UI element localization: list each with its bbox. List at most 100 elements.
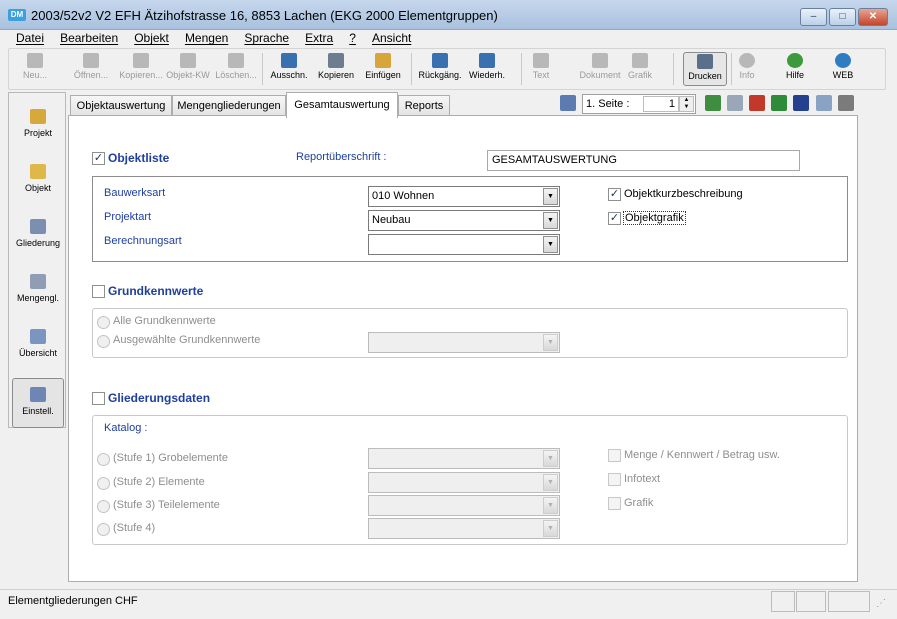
- stufe3-radio[interactable]: [97, 500, 110, 513]
- text-button[interactable]: Text: [527, 53, 555, 80]
- sidebar-item-uebersicht[interactable]: Übersicht: [12, 321, 64, 371]
- paste-button[interactable]: Einfügen: [361, 53, 405, 80]
- menu-extra[interactable]: Extra: [305, 30, 333, 47]
- cut-button[interactable]: Ausschn.: [267, 53, 311, 80]
- copy-icon: [328, 53, 344, 68]
- toolbar: Neu... Öffnen... Kopieren... Objekt-KW L…: [8, 48, 886, 90]
- sidebar-item-gliederung[interactable]: Gliederung: [12, 211, 64, 261]
- stufe4-radio[interactable]: [97, 523, 110, 536]
- printer-icon[interactable]: [838, 95, 854, 111]
- help-icon: [787, 53, 803, 68]
- stufe1-radio[interactable]: [97, 453, 110, 466]
- objektkurzbeschreibung-checkbox[interactable]: ✓: [608, 188, 621, 201]
- object-kw-icon: [180, 53, 196, 68]
- menu-mengen[interactable]: Mengen: [185, 30, 228, 47]
- undo-icon: [432, 53, 448, 68]
- stufe2-select[interactable]: ▼: [368, 472, 560, 493]
- toolbar-separator: [411, 53, 412, 85]
- menu-sprache[interactable]: Sprache: [244, 30, 289, 47]
- objektgrafik-checkbox[interactable]: ✓: [608, 212, 621, 225]
- grafik-label: Grafik: [624, 497, 654, 509]
- gliederungsdaten-checkbox[interactable]: [92, 392, 105, 405]
- excel-icon[interactable]: [771, 95, 787, 111]
- open-button[interactable]: Öffnen...: [69, 53, 113, 80]
- projektart-select[interactable]: Neubau ▼: [368, 210, 560, 231]
- sidebar-item-einstell[interactable]: Einstell.: [12, 378, 64, 428]
- redo-button[interactable]: Wiederh.: [465, 53, 509, 80]
- pdf-icon[interactable]: [749, 95, 765, 111]
- copy-object-button[interactable]: Kopieren...: [117, 53, 165, 80]
- objektliste-checkbox[interactable]: ✓: [92, 152, 105, 165]
- alle-grundkennwerte-radio[interactable]: [97, 316, 110, 329]
- page-spinner[interactable]: ▲ ▼: [679, 96, 694, 112]
- grundkennwerte-checkbox[interactable]: [92, 285, 105, 298]
- chevron-down-icon: ▼: [543, 236, 558, 253]
- minimize-button[interactable]: –: [800, 8, 827, 26]
- help-button[interactable]: Hilfe: [783, 53, 807, 80]
- close-button[interactable]: ✕: [858, 8, 888, 26]
- tab-reports[interactable]: Reports: [398, 95, 450, 117]
- stufe4-select[interactable]: ▼: [368, 518, 560, 539]
- word-icon[interactable]: [793, 95, 809, 111]
- tab-mengengliederungen[interactable]: Mengengliederungen: [172, 95, 286, 117]
- menu-datei[interactable]: Datei: [16, 30, 44, 47]
- menu-objekt[interactable]: Objekt: [134, 30, 169, 47]
- stufe2-radio[interactable]: [97, 477, 110, 490]
- menu-bearbeiten[interactable]: Bearbeiten: [60, 30, 118, 47]
- page-label: 1. Seite :: [586, 98, 630, 110]
- export-icon[interactable]: [705, 95, 721, 111]
- copy-button[interactable]: Kopieren: [315, 53, 357, 80]
- menu-help[interactable]: ?: [349, 30, 356, 47]
- graphic-button[interactable]: Grafik: [625, 53, 655, 80]
- page-input[interactable]: 1: [643, 96, 679, 112]
- stufe3-label: (Stufe 3) Teilelemente: [113, 499, 220, 511]
- stufe1-select[interactable]: ▼: [368, 448, 560, 469]
- sidebar-item-projekt[interactable]: Projekt: [12, 101, 64, 151]
- delete-button[interactable]: Löschen...: [213, 53, 259, 80]
- infotext-label: Infotext: [624, 473, 661, 485]
- maximize-button[interactable]: □: [829, 8, 856, 26]
- document-button[interactable]: Dokument: [578, 53, 622, 80]
- sidebar-item-mengengl[interactable]: Mengengl.: [12, 266, 64, 316]
- sidebar-item-objekt[interactable]: Objekt: [12, 156, 64, 206]
- toolbar-separator: [731, 53, 732, 85]
- preview-icon[interactable]: [816, 95, 832, 111]
- export-text-icon[interactable]: [727, 95, 743, 111]
- status-pane: [796, 591, 826, 612]
- cut-icon: [281, 53, 297, 68]
- chevron-down-icon: ▼: [543, 520, 558, 537]
- infotext-checkbox[interactable]: [608, 473, 621, 486]
- chevron-down-icon: ▼: [543, 188, 558, 205]
- new-button[interactable]: Neu...: [17, 53, 53, 80]
- resize-grip-icon[interactable]: ⋰: [876, 598, 888, 610]
- grundkennwerte-select[interactable]: ▼: [368, 332, 560, 353]
- stufe4-label: (Stufe 4): [113, 522, 156, 534]
- object-kw-button[interactable]: Objekt-KW: [165, 53, 211, 80]
- chevron-down-icon: ▼: [543, 212, 558, 229]
- layout-icon[interactable]: [560, 95, 576, 111]
- info-button[interactable]: Info: [735, 53, 759, 80]
- report-heading-input[interactable]: GESAMTAUSWERTUNG: [487, 150, 800, 171]
- structure-icon: [30, 219, 46, 234]
- menge-checkbox[interactable]: [608, 449, 621, 462]
- ausgewaehlte-grundkennwerte-radio[interactable]: [97, 335, 110, 348]
- gliederungsdaten-label: Gliederungsdaten: [108, 391, 211, 405]
- tab-objektauswertung[interactable]: Objektauswertung: [70, 95, 172, 117]
- sidebar: Projekt Objekt Gliederung Mengengl. Über…: [8, 92, 66, 428]
- web-button[interactable]: WEB: [831, 53, 855, 80]
- bauwerksart-select[interactable]: 010 Wohnen ▼: [368, 186, 560, 207]
- stufe3-select[interactable]: ▼: [368, 495, 560, 516]
- globe-icon: [835, 53, 851, 68]
- chevron-down-icon: ▼: [543, 450, 558, 467]
- project-icon: [30, 109, 46, 124]
- berechnungsart-select[interactable]: ▼: [368, 234, 560, 255]
- status-bar: Elementgliederungen CHF ⋰: [0, 589, 897, 619]
- status-pane: [771, 591, 795, 612]
- grafik-checkbox[interactable]: [608, 497, 621, 510]
- menu-ansicht[interactable]: Ansicht: [372, 30, 411, 47]
- chevron-down-icon: ▼: [543, 474, 558, 491]
- print-button[interactable]: Drucken: [683, 52, 727, 86]
- toolbar-separator: [673, 53, 674, 85]
- tab-gesamtauswertung[interactable]: Gesamtauswertung: [286, 92, 398, 118]
- undo-button[interactable]: Rückgäng.: [417, 53, 463, 80]
